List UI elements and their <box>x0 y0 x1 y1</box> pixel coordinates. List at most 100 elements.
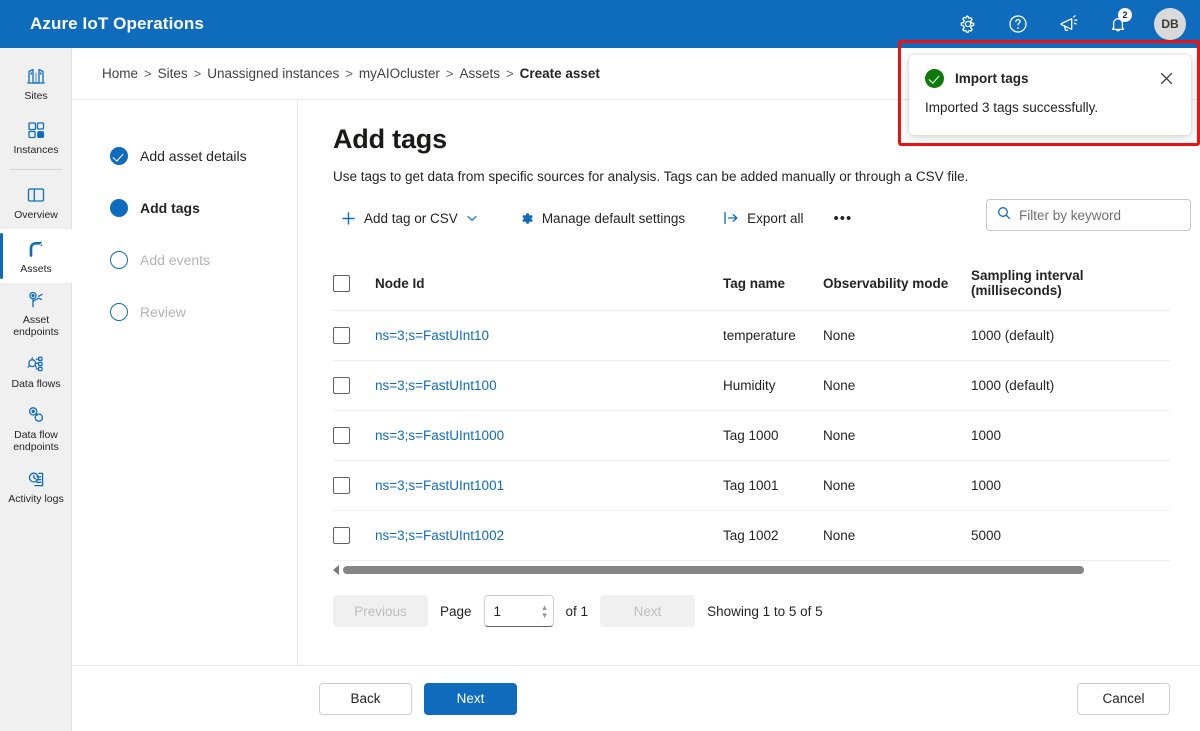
bell-icon[interactable]: 2 <box>1102 8 1134 40</box>
more-options-button[interactable]: ••• <box>823 206 862 231</box>
chevron-up-icon[interactable]: ▲ <box>541 603 549 611</box>
table-row[interactable]: ns=3;s=FastUInt1002 Tag 1002 None 5000 <box>333 510 1170 561</box>
megaphone-icon[interactable] <box>1052 8 1084 40</box>
cell-sampling-interval: 1000 (default) <box>971 310 1170 361</box>
node-id-link[interactable]: ns=3;s=FastUInt1000 <box>375 428 504 443</box>
chevron-down-icon <box>467 215 477 222</box>
back-button[interactable]: Back <box>319 682 412 715</box>
search-input[interactable] <box>1019 207 1180 223</box>
search-box[interactable] <box>986 199 1191 231</box>
add-tag-or-csv-button[interactable]: Add tag or CSV <box>333 205 485 232</box>
chevron-down-icon[interactable]: ▼ <box>541 611 549 619</box>
row-select-cell <box>333 410 375 461</box>
wizard-step-add-tags[interactable]: Add tags <box>72 182 297 234</box>
overview-icon <box>25 184 47 206</box>
sidebar-item-activity-logs[interactable]: Activity logs <box>0 459 72 513</box>
cell-tag-name: temperature <box>723 310 823 361</box>
cell-node-id: ns=3;s=FastUInt10 <box>375 310 723 361</box>
cell-sampling-interval: 1000 <box>971 410 1170 461</box>
manage-default-settings-label: Manage default settings <box>541 210 686 226</box>
column-header-tag-name: Tag name <box>723 258 823 311</box>
sidebar-item-asset-endpoints[interactable]: Asset endpoints <box>0 283 72 344</box>
row-checkbox[interactable] <box>333 527 350 544</box>
sidebar-item-data-flow-endpoints[interactable]: Data flow endpoints <box>0 398 72 459</box>
row-checkbox[interactable] <box>333 427 350 444</box>
cell-node-id: ns=3;s=FastUInt100 <box>375 360 723 411</box>
row-checkbox[interactable] <box>333 327 350 344</box>
node-id-link[interactable]: ns=3;s=FastUInt10 <box>375 328 489 343</box>
sidebar-item-overview[interactable]: Overview <box>0 175 72 229</box>
wizard-steps: Add asset details Add tags Add events Re… <box>72 100 298 665</box>
help-icon[interactable] <box>1002 8 1034 40</box>
wizard-step-label: Add events <box>140 252 211 268</box>
header-actions: 2 DB <box>952 8 1200 40</box>
step-complete-icon <box>110 147 128 165</box>
table-row[interactable]: ns=3;s=FastUInt10 temperature None 1000 … <box>333 310 1170 361</box>
sidebar-item-assets[interactable]: Assets <box>0 229 72 283</box>
scroll-left-icon[interactable] <box>333 565 339 575</box>
sites-icon <box>25 65 47 87</box>
select-all-checkbox[interactable] <box>333 274 350 292</box>
avatar[interactable]: DB <box>1154 8 1186 40</box>
step-pending-icon <box>110 251 128 269</box>
node-id-link[interactable]: ns=3;s=FastUInt100 <box>375 378 497 393</box>
data-flow-endpoints-icon <box>25 404 47 426</box>
column-header-sampling-interval: Sampling interval (milliseconds) <box>971 258 1170 311</box>
wizard-step-add-events[interactable]: Add events <box>72 234 297 286</box>
row-checkbox[interactable] <box>333 477 350 494</box>
table-row[interactable]: ns=3;s=FastUInt1000 Tag 1000 None 1000 <box>333 410 1170 461</box>
close-icon[interactable] <box>1157 70 1175 88</box>
breadcrumb-item-myaiocluster[interactable]: myAIOcluster <box>359 66 440 81</box>
row-checkbox[interactable] <box>333 377 350 394</box>
next-button[interactable]: Next <box>424 682 517 715</box>
page-number-input[interactable] <box>493 603 532 619</box>
table-row[interactable]: ns=3;s=FastUInt100 Humidity None 1000 (d… <box>333 360 1170 411</box>
sidebar-item-instances[interactable]: Instances <box>0 110 72 164</box>
data-flows-icon <box>25 353 47 375</box>
table-row[interactable]: ns=3;s=FastUInt1001 Tag 1001 None 1000 <box>333 460 1170 511</box>
manage-default-settings-button[interactable]: Manage default settings <box>511 205 693 232</box>
page-number-stepper[interactable]: ▲ ▼ <box>483 595 554 627</box>
table-horizontal-scrollbar[interactable] <box>333 563 1170 577</box>
toast-header: Import tags <box>925 69 1175 88</box>
previous-page-button[interactable]: Previous <box>333 595 428 627</box>
sidebar-item-label: Overview <box>14 208 58 221</box>
add-tag-or-csv-label: Add tag or CSV <box>364 210 458 226</box>
sidebar-item-label: Assets <box>20 262 52 275</box>
scrollbar-thumb[interactable] <box>343 566 1084 574</box>
cell-tag-name: Tag 1001 <box>723 460 823 511</box>
cell-observability-mode: None <box>823 510 971 561</box>
node-id-link[interactable]: ns=3;s=FastUInt1001 <box>375 478 504 493</box>
breadcrumb-item-unassigned-instances[interactable]: Unassigned instances <box>207 66 339 81</box>
step-pending-icon <box>110 303 128 321</box>
breadcrumb-separator: > <box>144 66 152 81</box>
breadcrumb-item-home[interactable]: Home <box>102 66 138 81</box>
breadcrumb-item-sites[interactable]: Sites <box>158 66 188 81</box>
app-header: Azure IoT Operations 2 DB <box>0 0 1200 48</box>
node-id-link[interactable]: ns=3;s=FastUInt1002 <box>375 528 504 543</box>
wizard-step-label: Review <box>140 304 186 320</box>
export-icon <box>723 211 739 225</box>
table-header-row: Node Id Tag name Observability mode Samp… <box>333 258 1170 311</box>
cancel-button[interactable]: Cancel <box>1077 682 1170 715</box>
stepper-arrows-icon[interactable]: ▲ ▼ <box>541 603 549 619</box>
next-page-button[interactable]: Next <box>600 595 696 627</box>
sidebar-item-label: Sites <box>24 89 48 102</box>
sidebar-item-sites[interactable]: Sites <box>0 56 72 110</box>
cell-observability-mode: None <box>823 410 971 461</box>
step-current-icon <box>110 199 128 217</box>
sidebar-item-data-flows[interactable]: Data flows <box>0 344 72 398</box>
showing-count-label: Showing 1 to 5 of 5 <box>707 603 823 619</box>
breadcrumb-item-assets[interactable]: Assets <box>460 66 501 81</box>
row-select-cell <box>333 510 375 561</box>
wizard-step-review[interactable]: Review <box>72 286 297 338</box>
breadcrumb-separator: > <box>506 66 514 81</box>
gear-icon[interactable] <box>952 8 984 40</box>
sidebar-item-label: Data flows <box>11 377 61 390</box>
export-all-button[interactable]: Export all <box>715 205 811 232</box>
wizard-step-add-asset-details[interactable]: Add asset details <box>72 130 297 182</box>
total-pages-label: of 1 <box>565 603 589 619</box>
table-toolbar: Add tag or CSV Manage default settings E… <box>333 199 1200 236</box>
sidebar-divider <box>9 169 62 170</box>
tags-table-wrapper: Node Id Tag name Observability mode Samp… <box>333 258 1170 627</box>
